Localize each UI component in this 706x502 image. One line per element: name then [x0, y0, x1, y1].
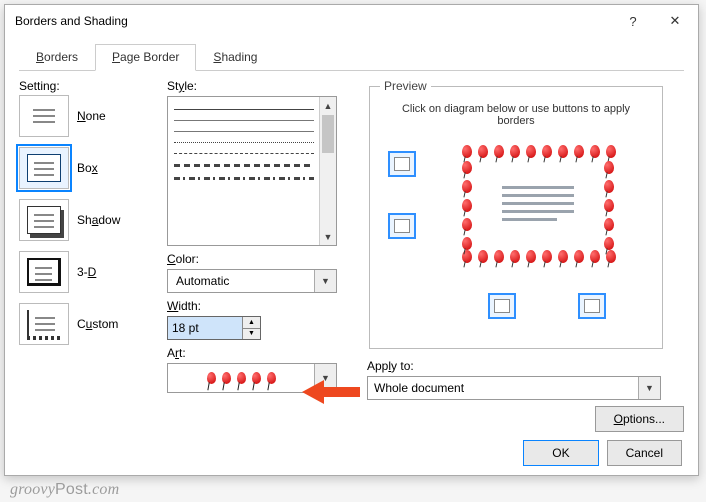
setting-shadow-thumb[interactable]	[19, 199, 69, 241]
art-value	[168, 372, 314, 384]
setting-custom-thumb[interactable]	[19, 303, 69, 345]
style-heading: Style:	[167, 79, 357, 93]
width-value[interactable]: 18 pt	[168, 317, 242, 339]
setting-none-label[interactable]: None	[77, 109, 106, 123]
preview-right-border-button[interactable]	[578, 293, 606, 319]
preview-top-border-button[interactable]	[388, 151, 416, 177]
width-heading: Width:	[167, 299, 357, 313]
preview-hint: Click on diagram below or use buttons to…	[380, 99, 652, 133]
setting-shadow[interactable]: Shadow	[19, 199, 157, 241]
color-value: Automatic	[168, 274, 314, 288]
setting-box[interactable]: Box	[19, 147, 157, 189]
setting-shadow-label[interactable]: Shadow	[77, 213, 120, 227]
setting-box-thumb[interactable]	[19, 147, 69, 189]
chevron-down-icon[interactable]: ▼	[314, 270, 336, 292]
preview-heading: Preview	[380, 79, 431, 93]
scroll-up-icon[interactable]: ▲	[320, 97, 336, 114]
width-spinner[interactable]: 18 pt ▲ ▼	[167, 316, 261, 340]
tab-page-border[interactable]: Page Border	[95, 44, 196, 71]
watermark: groovyPost.com	[10, 481, 119, 499]
style-option-dashdot[interactable]	[174, 177, 314, 180]
tab-borders[interactable]: Borders	[19, 44, 95, 71]
balloon-icon	[207, 372, 216, 384]
setting-none[interactable]: None	[19, 95, 157, 137]
scroll-down-icon[interactable]: ▼	[320, 228, 336, 245]
help-button[interactable]: ?	[612, 6, 654, 36]
setting-custom-label[interactable]: Custom	[77, 317, 118, 331]
tab-strip: Borders Page Border Shading	[19, 43, 684, 71]
style-option-solid-thin[interactable]	[174, 120, 314, 121]
setting-3d-thumb[interactable]	[19, 251, 69, 293]
apply-to-value: Whole document	[368, 381, 638, 395]
setting-none-thumb[interactable]	[19, 95, 69, 137]
preview-page[interactable]	[458, 141, 618, 267]
color-combo[interactable]: Automatic ▼	[167, 269, 337, 293]
setting-box-label[interactable]: Box	[77, 161, 98, 175]
art-heading: Art:	[167, 346, 357, 360]
style-option-dashed-long[interactable]	[174, 164, 314, 167]
scroll-thumb[interactable]	[322, 115, 334, 153]
setting-custom[interactable]: Custom	[19, 303, 157, 345]
preview-left-border-button[interactable]	[488, 293, 516, 319]
borders-shading-dialog: Borders and Shading ? ✕ Borders Page Bor…	[4, 4, 699, 476]
style-scrollbar[interactable]: ▲ ▼	[319, 97, 336, 245]
setting-3d-label[interactable]: 3-D	[77, 265, 96, 279]
ok-button[interactable]: OK	[523, 440, 598, 466]
setting-3d[interactable]: 3-D	[19, 251, 157, 293]
setting-heading: Setting:	[19, 79, 157, 93]
chevron-down-icon[interactable]: ▼	[638, 377, 660, 399]
balloon-icon	[252, 372, 261, 384]
window-title: Borders and Shading	[15, 14, 612, 28]
options-button[interactable]: Options...	[595, 406, 684, 432]
titlebar: Borders and Shading ? ✕	[5, 5, 698, 37]
style-option-solid-1[interactable]	[174, 109, 314, 110]
tab-shading[interactable]: Shading	[196, 44, 274, 71]
apply-to-combo[interactable]: Whole document ▼	[367, 376, 661, 400]
balloon-icon	[267, 372, 276, 384]
style-option-dotted[interactable]	[174, 142, 314, 143]
style-list[interactable]: ▲ ▼	[167, 96, 337, 246]
close-button[interactable]: ✕	[654, 6, 696, 36]
style-option-solid-thin2[interactable]	[174, 131, 314, 132]
annotation-arrow	[302, 380, 360, 404]
color-heading: Color:	[167, 252, 357, 266]
width-down-icon[interactable]: ▼	[243, 329, 260, 340]
preview-bottom-border-button[interactable]	[388, 213, 416, 239]
balloon-icon	[222, 372, 231, 384]
style-option-dashed-short[interactable]	[174, 153, 314, 154]
cancel-button[interactable]: Cancel	[607, 440, 682, 466]
preview-page-lines	[502, 186, 574, 226]
apply-to-heading: Apply to:	[367, 359, 414, 373]
balloon-icon	[237, 372, 246, 384]
width-up-icon[interactable]: ▲	[243, 317, 260, 329]
preview-group: Preview Click on diagram below or use bu…	[369, 79, 663, 349]
